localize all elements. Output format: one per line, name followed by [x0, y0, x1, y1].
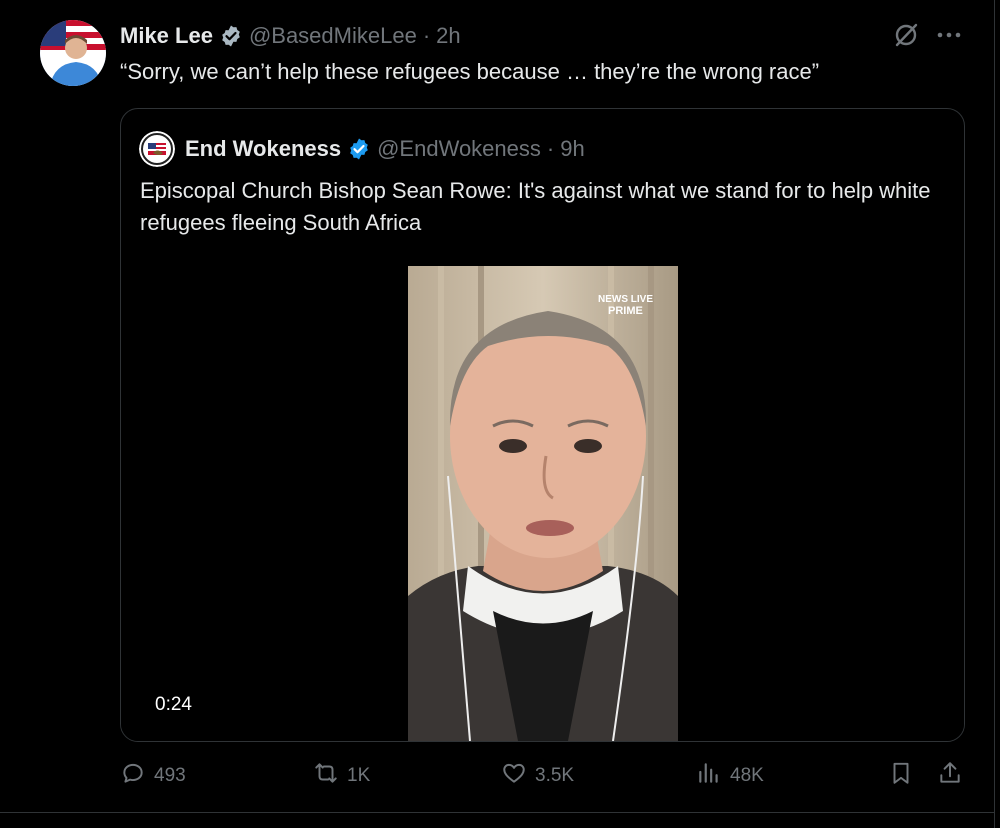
video-frame[interactable]: NEWS LIVE PRIME	[408, 266, 678, 741]
quoted-author-name[interactable]: End Wokeness	[185, 136, 341, 162]
views-icon	[696, 760, 722, 792]
share-button[interactable]	[937, 758, 963, 794]
quoted-author-avatar[interactable]	[139, 131, 175, 167]
tweet-text: “Sorry, we can’t help these refugees bec…	[120, 59, 820, 84]
quoted-tweet-card[interactable]: End Wokeness @EndWokeness · 9h Episcopal…	[120, 108, 965, 742]
frame-divider-bottom	[0, 812, 995, 813]
tweet-timestamp[interactable]: 2h	[436, 23, 460, 49]
grok-icon[interactable]	[893, 22, 919, 48]
verified-badge-icon[interactable]	[347, 137, 371, 161]
like-icon	[501, 760, 527, 792]
reply-count: 493	[154, 765, 186, 786]
reply-icon	[120, 760, 146, 792]
quoted-header-separator: ·	[546, 136, 555, 161]
quoted-tweet-timestamp[interactable]: 9h	[560, 136, 584, 162]
quoted-tweet-header: End Wokeness @EndWokeness · 9h	[185, 131, 585, 167]
author-handle[interactable]: @BasedMikeLee	[249, 23, 417, 49]
views-button[interactable]: 48K	[696, 758, 764, 794]
video-duration: 0:24	[143, 692, 204, 718]
repost-button[interactable]: 1K	[313, 758, 370, 794]
video-player[interactable]: NEWS LIVE PRIME 0:24	[121, 266, 964, 741]
repost-icon	[313, 760, 339, 792]
reply-button[interactable]: 493	[120, 758, 186, 794]
views-count: 48K	[730, 765, 764, 786]
news-watermark-line1: NEWS LIVE	[598, 294, 653, 305]
repost-count: 1K	[347, 765, 371, 786]
author-name[interactable]: Mike Lee	[120, 23, 213, 49]
like-count: 3.5K	[535, 765, 575, 786]
more-icon[interactable]	[934, 24, 964, 46]
news-watermark-line2: PRIME	[608, 305, 643, 317]
quoted-tweet-text: Episcopal Church Bishop Sean Rowe: It's …	[140, 178, 931, 235]
bookmark-button[interactable]	[888, 758, 914, 794]
tweet-header: Mike Lee @BasedMikeLee · 2h	[120, 20, 461, 52]
bookmark-icon	[888, 760, 914, 792]
author-avatar[interactable]	[40, 20, 106, 86]
like-button[interactable]: 3.5K	[501, 758, 574, 794]
quoted-author-handle[interactable]: @EndWokeness	[377, 136, 541, 162]
header-separator: ·	[422, 23, 431, 48]
verified-badge-icon[interactable]	[219, 24, 243, 48]
share-icon	[937, 760, 963, 792]
frame-divider-right	[994, 0, 995, 828]
action-bar: 493 1K 3.5K 48K	[120, 758, 970, 794]
